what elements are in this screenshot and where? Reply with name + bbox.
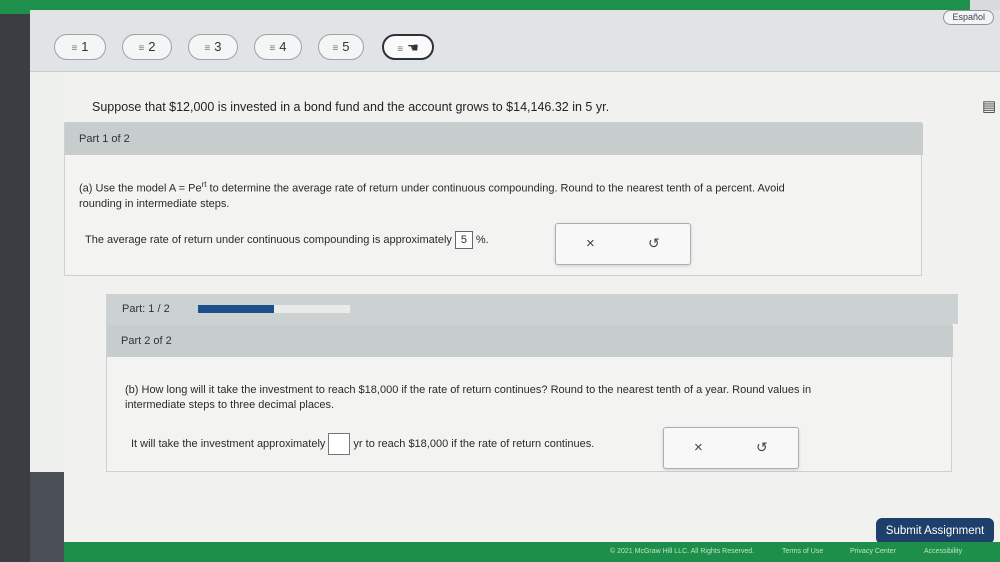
clear-icon[interactable]: × [694, 439, 703, 456]
question-nav-1[interactable]: ≡ 1 [54, 34, 106, 60]
list-icon: ≡ [71, 43, 78, 54]
header-band: Español ≡ 1 ≡ 2 ≡ 3 ≡ 4 ≡ 5 ≡ ☚ [30, 10, 1000, 72]
progress-label: Part: 1 / 2 [122, 303, 170, 315]
accessibility-link[interactable]: Accessibility [924, 542, 962, 562]
list-icon: ≡ [269, 43, 276, 54]
list-icon: ≡ [204, 43, 211, 54]
question-nav-2[interactable]: ≡ 2 [122, 34, 172, 60]
undo-icon[interactable]: ↺ [648, 235, 660, 252]
part1-box: Part 1 of 2 (a) Use the model A = Pert t… [64, 122, 923, 276]
terms-link[interactable]: Terms of Use [782, 542, 823, 562]
part1-answer-line: The average rate of return under continu… [85, 231, 489, 249]
list-icon: ≡ [397, 44, 404, 55]
question-nav-4[interactable]: ≡ 4 [254, 34, 302, 60]
screen: Español ≡ 1 ≡ 2 ≡ 3 ≡ 4 ≡ 5 ≡ ☚ Suppose that $… [30, 10, 1000, 562]
part2-box: Part 2 of 2 (b) How long will it take th… [106, 324, 953, 472]
submit-assignment-button[interactable]: Submit Assignment [876, 518, 994, 544]
question-text: Suppose that $12,000 is invested in a bo… [92, 100, 610, 114]
list-icon: ≡ [138, 43, 145, 54]
part2-answer-input[interactable] [328, 433, 351, 455]
part1-instruction: (a) Use the model A = Pert to determine … [79, 180, 785, 210]
language-button[interactable]: Español [943, 10, 994, 25]
part1-toolbox: × ↺ [555, 223, 691, 265]
question-nav-6-current[interactable]: ≡ ☚ [382, 34, 434, 60]
question-nav-5[interactable]: ≡ 5 [318, 34, 364, 60]
content-panel: Suppose that $12,000 is invested in a bo… [64, 72, 1000, 562]
notes-icon[interactable]: ▤ [982, 97, 996, 115]
pointer-icon: ☚ [407, 40, 419, 55]
progress-fill [198, 305, 274, 313]
part2-instruction: (b) How long will it take the investment… [125, 384, 812, 411]
part1-header: Part 1 of 2 [65, 123, 923, 155]
progress-track [198, 305, 350, 313]
part2-header: Part 2 of 2 [107, 325, 953, 357]
privacy-link[interactable]: Privacy Center [850, 542, 896, 562]
part2-toolbox: × ↺ [663, 427, 799, 469]
copyright-text: © 2021 McGraw Hill LLC. All Rights Reser… [610, 548, 755, 555]
list-icon: ≡ [332, 43, 339, 54]
clear-icon[interactable]: × [586, 235, 595, 252]
question-nav-3[interactable]: ≡ 3 [188, 34, 238, 60]
undo-icon[interactable]: ↺ [756, 439, 768, 456]
part2-answer-line: It will take the investment approximatel… [131, 433, 594, 455]
footer: © 2021 McGraw Hill LLC. All Rights Reser… [64, 542, 1000, 562]
part-progress: Part: 1 / 2 [106, 294, 958, 324]
part1-answer-input[interactable]: 5 [454, 231, 473, 249]
